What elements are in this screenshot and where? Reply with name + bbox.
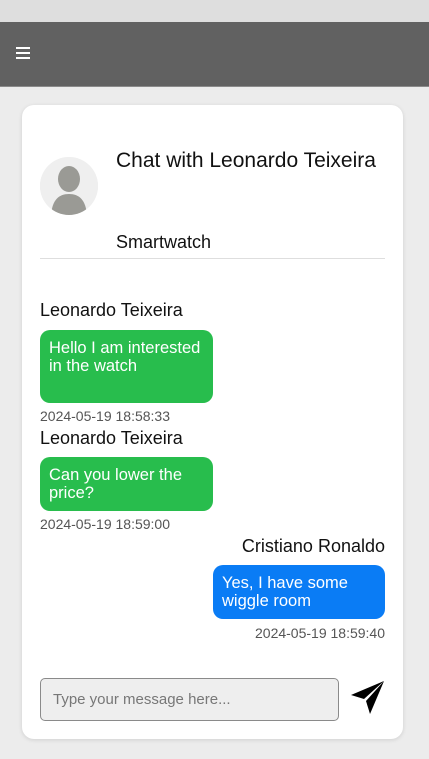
send-button[interactable] xyxy=(348,677,388,717)
chat-card: Chat with Leonardo Teixeira Smartwatch L… xyxy=(22,105,403,739)
user-avatar-icon xyxy=(40,157,98,215)
hamburger-icon[interactable] xyxy=(16,42,32,64)
message-timestamp: 2024-05-19 18:58:33 xyxy=(40,408,170,424)
message-sender: Cristiano Ronaldo xyxy=(241,536,385,556)
browser-top-strip xyxy=(0,0,429,22)
message-bubble-incoming: Can you lower the price? xyxy=(40,457,213,511)
chat-title: Chat with Leonardo Teixeira xyxy=(116,149,376,172)
message-bubble-outgoing: Yes, I have some wiggle room xyxy=(213,565,385,619)
send-icon xyxy=(351,681,384,714)
header-divider xyxy=(40,258,385,259)
message-input[interactable] xyxy=(40,678,339,721)
navbar xyxy=(0,22,429,87)
message-sender: Leonardo Teixeira xyxy=(40,428,183,448)
message-timestamp: 2024-05-19 18:59:40 xyxy=(255,625,385,641)
avatar xyxy=(40,157,98,215)
message-bubble-incoming: Hello I am interested in the watch xyxy=(40,330,213,403)
message-timestamp: 2024-05-19 18:59:00 xyxy=(40,516,170,532)
message-sender: Leonardo Teixeira xyxy=(40,300,183,320)
product-name: Smartwatch xyxy=(116,232,212,252)
